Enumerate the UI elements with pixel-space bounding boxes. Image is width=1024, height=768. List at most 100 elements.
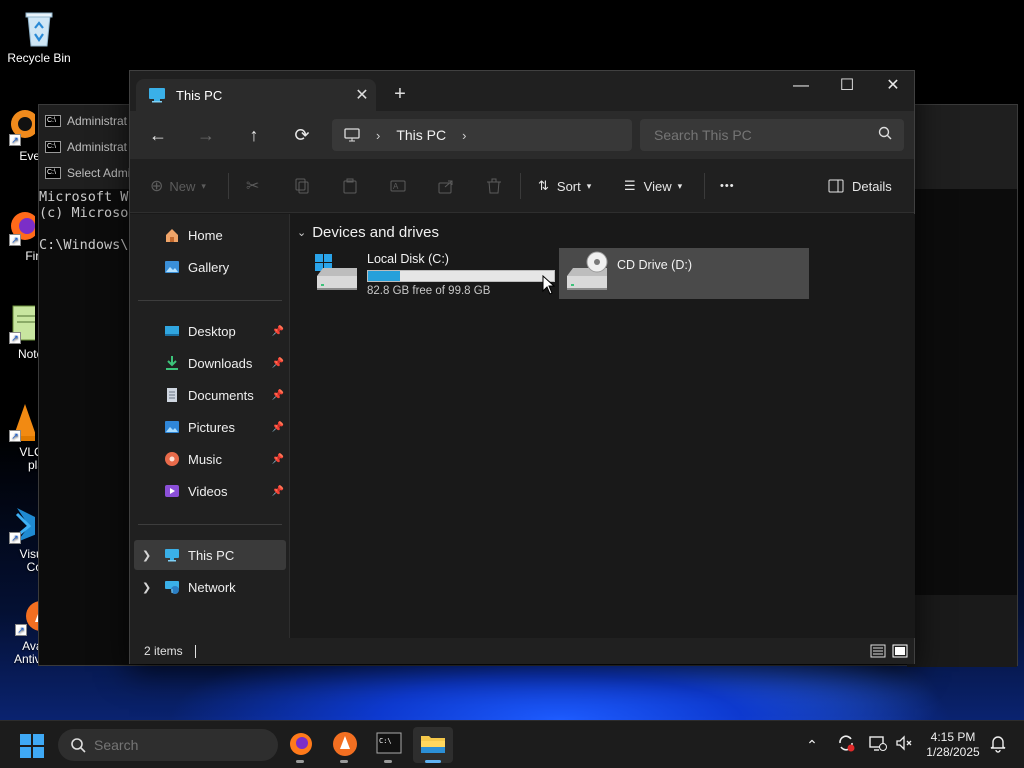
close-button[interactable]: ✕ (870, 71, 916, 103)
cmd-icon: C:\ (45, 141, 61, 153)
shortcut-arrow-icon: ↗ (9, 134, 21, 146)
view-label: View (643, 178, 672, 194)
desktop-icon-recycle-bin[interactable]: Recycle Bin (2, 8, 76, 65)
title-bar[interactable]: This PC ✕ + — ☐ ✕ (130, 71, 914, 111)
avast-icon (333, 732, 357, 756)
refresh-button[interactable]: ⟳ (286, 121, 318, 149)
file-explorer-window[interactable]: This PC ✕ + — ☐ ✕ ← → ↑ ⟳ › This PC › ⊕ … (129, 70, 915, 664)
taskbar-app-file-explorer[interactable] (413, 727, 453, 763)
vlc-icon: ↗ (0, 402, 37, 442)
network-status-icon[interactable] (866, 733, 890, 757)
content-area[interactable]: ⌄ Devices and drives Local Disk (C:) 82.… (291, 214, 915, 638)
sidebar-item-network[interactable]: ❯ Network (134, 572, 286, 602)
status-divider (194, 644, 196, 658)
everything-icon: ↗ (0, 106, 39, 146)
sort-icon: ⇅ (538, 178, 549, 193)
details-pane-button[interactable]: Details (828, 172, 892, 200)
sidebar-item-pictures[interactable]: Pictures 📌 (134, 412, 286, 442)
taskbar-app-avast[interactable] (325, 727, 365, 763)
up-button[interactable]: ↑ (238, 121, 270, 149)
details-view-icon[interactable] (870, 644, 886, 658)
videos-folder-icon (165, 485, 179, 497)
search-icon[interactable] (878, 126, 892, 140)
search-input[interactable] (654, 127, 864, 143)
recycle-bin-icon (19, 8, 59, 48)
firefox-icon: ↗ (0, 206, 39, 246)
drive-item-c[interactable]: Local Disk (C:) 82.8 GB free of 99.8 GB (309, 248, 559, 299)
breadcrumb-this-pc[interactable]: This PC (396, 127, 446, 143)
sort-label: Sort (556, 178, 581, 194)
pin-icon[interactable]: 📌 (272, 422, 284, 433)
chevron-right-icon[interactable]: › (462, 128, 466, 143)
system-clock[interactable]: 4:15 PM 1/28/2025 (918, 730, 988, 760)
tab-this-pc[interactable]: This PC ✕ (136, 79, 376, 111)
sidebar-item-gallery[interactable]: Gallery (134, 252, 286, 282)
share-button[interactable] (438, 172, 454, 200)
chevron-down-icon: ▾ (677, 180, 683, 191)
desktop-folder-icon (165, 326, 179, 336)
windows-drive-icon (313, 250, 361, 298)
new-label: New (169, 178, 196, 194)
sync-icon[interactable] (834, 733, 858, 757)
pictures-folder-icon (165, 421, 179, 433)
divider (138, 524, 282, 525)
taskbar-search-input[interactable] (94, 737, 264, 753)
drive-item-d[interactable]: CD Drive (D:) (559, 248, 809, 299)
back-button[interactable]: ← (142, 121, 174, 149)
downloads-folder-icon (166, 356, 178, 370)
sidebar-item-home[interactable]: Home (134, 220, 286, 250)
pin-icon[interactable]: 📌 (272, 486, 284, 497)
rename-button[interactable]: A (390, 172, 406, 200)
address-bar[interactable]: › This PC › (332, 119, 632, 151)
terminal-tab-label: Select Admi (67, 166, 131, 180)
new-tab-button[interactable]: + (388, 83, 412, 107)
music-folder-icon (165, 452, 179, 466)
copy-icon (295, 178, 309, 194)
group-header-devices[interactable]: ⌄ Devices and drives (297, 224, 439, 241)
sidebar-item-label: Gallery (188, 259, 230, 275)
sidebar-item-this-pc[interactable]: ❯ This PC (134, 540, 286, 570)
new-button[interactable]: ⊕ New ▾ (150, 172, 206, 200)
view-list-icon: ☰ (624, 178, 636, 193)
sidebar-item-videos[interactable]: Videos 📌 (134, 476, 286, 506)
vscode-icon: ↗ (0, 504, 37, 544)
pin-icon[interactable]: 📌 (272, 326, 284, 337)
navigation-bar: ← → ↑ ⟳ › This PC › (130, 111, 914, 159)
forward-button[interactable]: → (190, 121, 222, 149)
sidebar-item-desktop[interactable]: Desktop 📌 (134, 316, 286, 346)
maximize-button[interactable]: ☐ (824, 71, 870, 103)
chevron-right-icon[interactable]: ❯ (142, 581, 151, 594)
start-button[interactable] (20, 734, 44, 763)
sidebar-item-music[interactable]: Music 📌 (134, 444, 286, 474)
view-button[interactable]: ☰ View ▾ (624, 172, 682, 200)
pin-icon[interactable]: 📌 (272, 390, 284, 401)
sidebar-item-downloads[interactable]: Downloads 📌 (134, 348, 286, 378)
taskbar-search[interactable] (58, 729, 278, 761)
navigation-pane: Home Gallery Desktop 📌 Downloads 📌 Docum… (130, 214, 290, 638)
more-options-button[interactable]: ••• (720, 172, 735, 200)
close-tab-icon[interactable]: ✕ (348, 85, 376, 105)
copy-button[interactable] (294, 172, 310, 200)
chevron-right-icon[interactable]: ❯ (142, 549, 151, 562)
drive-info: Local Disk (C:) 82.8 GB free of 99.8 GB (367, 248, 555, 297)
minimize-button[interactable]: — (778, 71, 824, 103)
search-box[interactable] (640, 119, 904, 151)
taskbar-app-firefox[interactable] (281, 727, 321, 763)
cut-button[interactable]: ✂ (246, 172, 259, 200)
sidebar-item-label: Downloads (188, 355, 253, 371)
sidebar-item-label: Pictures (188, 419, 235, 435)
notepad-icon: ↗ (0, 304, 38, 344)
sort-button[interactable]: ⇅ Sort ▾ (538, 172, 591, 200)
svg-text:A: A (393, 182, 399, 191)
tiles-view-icon[interactable] (892, 644, 908, 658)
plus-circle-icon: ⊕ (150, 178, 164, 195)
pin-icon[interactable]: 📌 (272, 358, 284, 369)
show-hidden-icons-button[interactable]: ⌃ (800, 733, 824, 757)
paste-button[interactable] (342, 172, 358, 200)
notification-bell-icon[interactable] (986, 733, 1010, 757)
volume-muted-icon[interactable] (892, 733, 916, 757)
pin-icon[interactable]: 📌 (272, 454, 284, 465)
delete-button[interactable] (486, 172, 502, 200)
taskbar-app-terminal[interactable]: C:\ (369, 727, 409, 763)
sidebar-item-documents[interactable]: Documents 📌 (134, 380, 286, 410)
